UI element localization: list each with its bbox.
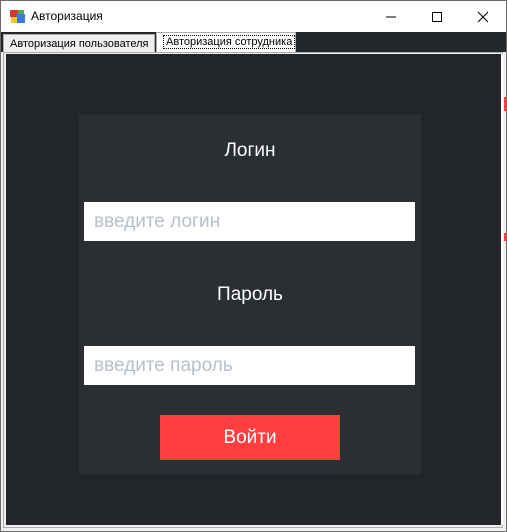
password-label: Пароль bbox=[217, 284, 283, 305]
close-icon bbox=[477, 11, 489, 23]
windows-form-icon bbox=[10, 10, 25, 23]
close-button[interactable] bbox=[460, 1, 506, 32]
password-input[interactable] bbox=[84, 346, 415, 385]
window-title: Авторизация bbox=[31, 9, 103, 23]
tab-strip: Авторизация пользователя Авторизация сот… bbox=[1, 32, 506, 52]
tab-user-auth[interactable]: Авторизация пользователя bbox=[3, 34, 155, 52]
title-bar[interactable]: Авторизация bbox=[1, 1, 506, 32]
maximize-button[interactable] bbox=[414, 1, 460, 32]
minimize-button[interactable] bbox=[368, 1, 414, 32]
tab-user-auth-label: Авторизация пользователя bbox=[10, 38, 149, 50]
scroll-edge bbox=[501, 54, 503, 525]
login-label: Логин bbox=[224, 140, 276, 161]
login-input[interactable] bbox=[84, 202, 415, 241]
tab-employee-auth[interactable]: Авторизация сотрудника bbox=[156, 32, 296, 52]
login-button[interactable]: Войти bbox=[160, 415, 340, 460]
minimize-icon bbox=[386, 16, 396, 18]
auth-window: Авторизация Авторизация пользователя Авт… bbox=[0, 0, 507, 532]
maximize-icon bbox=[432, 12, 442, 22]
tab-employee-auth-label: Авторизация сотрудника bbox=[163, 35, 296, 49]
